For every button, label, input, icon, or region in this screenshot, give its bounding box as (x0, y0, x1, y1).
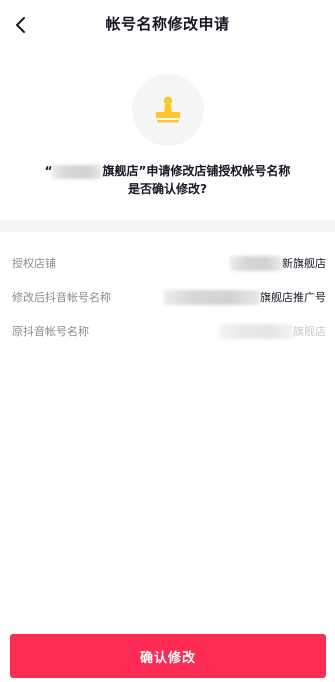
open-quote: “ (44, 164, 53, 178)
new-name-label: 修改后抖音帐号名称 (12, 291, 111, 304)
new-name-value-text: 旗舰店推广号 (260, 291, 326, 304)
store-label: 授权店铺 (12, 257, 56, 270)
redacted-store-value (230, 255, 282, 271)
confirm-prompt-line2: 是否确认修改? (128, 182, 207, 196)
old-name-label: 原抖音帐号名称 (12, 325, 89, 338)
redacted-old-name (219, 323, 293, 339)
redacted-new-name (164, 289, 260, 305)
detail-row-new-name: 修改后抖音帐号名称 旗舰店推广号 (0, 286, 335, 308)
store-value-text: 新旗舰店 (282, 257, 326, 270)
old-name-value-text: 旗舰店 (293, 325, 326, 338)
page-title: 帐号名称修改申请 (105, 15, 230, 33)
nav-bar: 帐号名称修改申请 (0, 0, 335, 50)
stamp-icon (156, 96, 180, 123)
section-divider (0, 220, 335, 232)
redacted-store-name (52, 164, 103, 179)
prompt-rest: ”申请修改店铺授权帐号名称 (138, 164, 291, 178)
confirm-prompt-line1: “ 旗舰店”申请修改店铺授权帐号名称 (0, 162, 335, 179)
confirm-button[interactable]: 确认修改 (10, 634, 326, 678)
detail-row-old-name: 原抖音帐号名称 旗舰店 (0, 320, 335, 342)
detail-row-store: 授权店铺 新旗舰店 (0, 252, 335, 274)
new-name-value: 旗舰店推广号 (164, 289, 326, 305)
store-suffix: 旗舰店 (102, 164, 139, 178)
stamp-badge (132, 74, 204, 146)
old-name-value: 旗舰店 (219, 323, 326, 339)
store-value: 新旗舰店 (230, 255, 326, 271)
